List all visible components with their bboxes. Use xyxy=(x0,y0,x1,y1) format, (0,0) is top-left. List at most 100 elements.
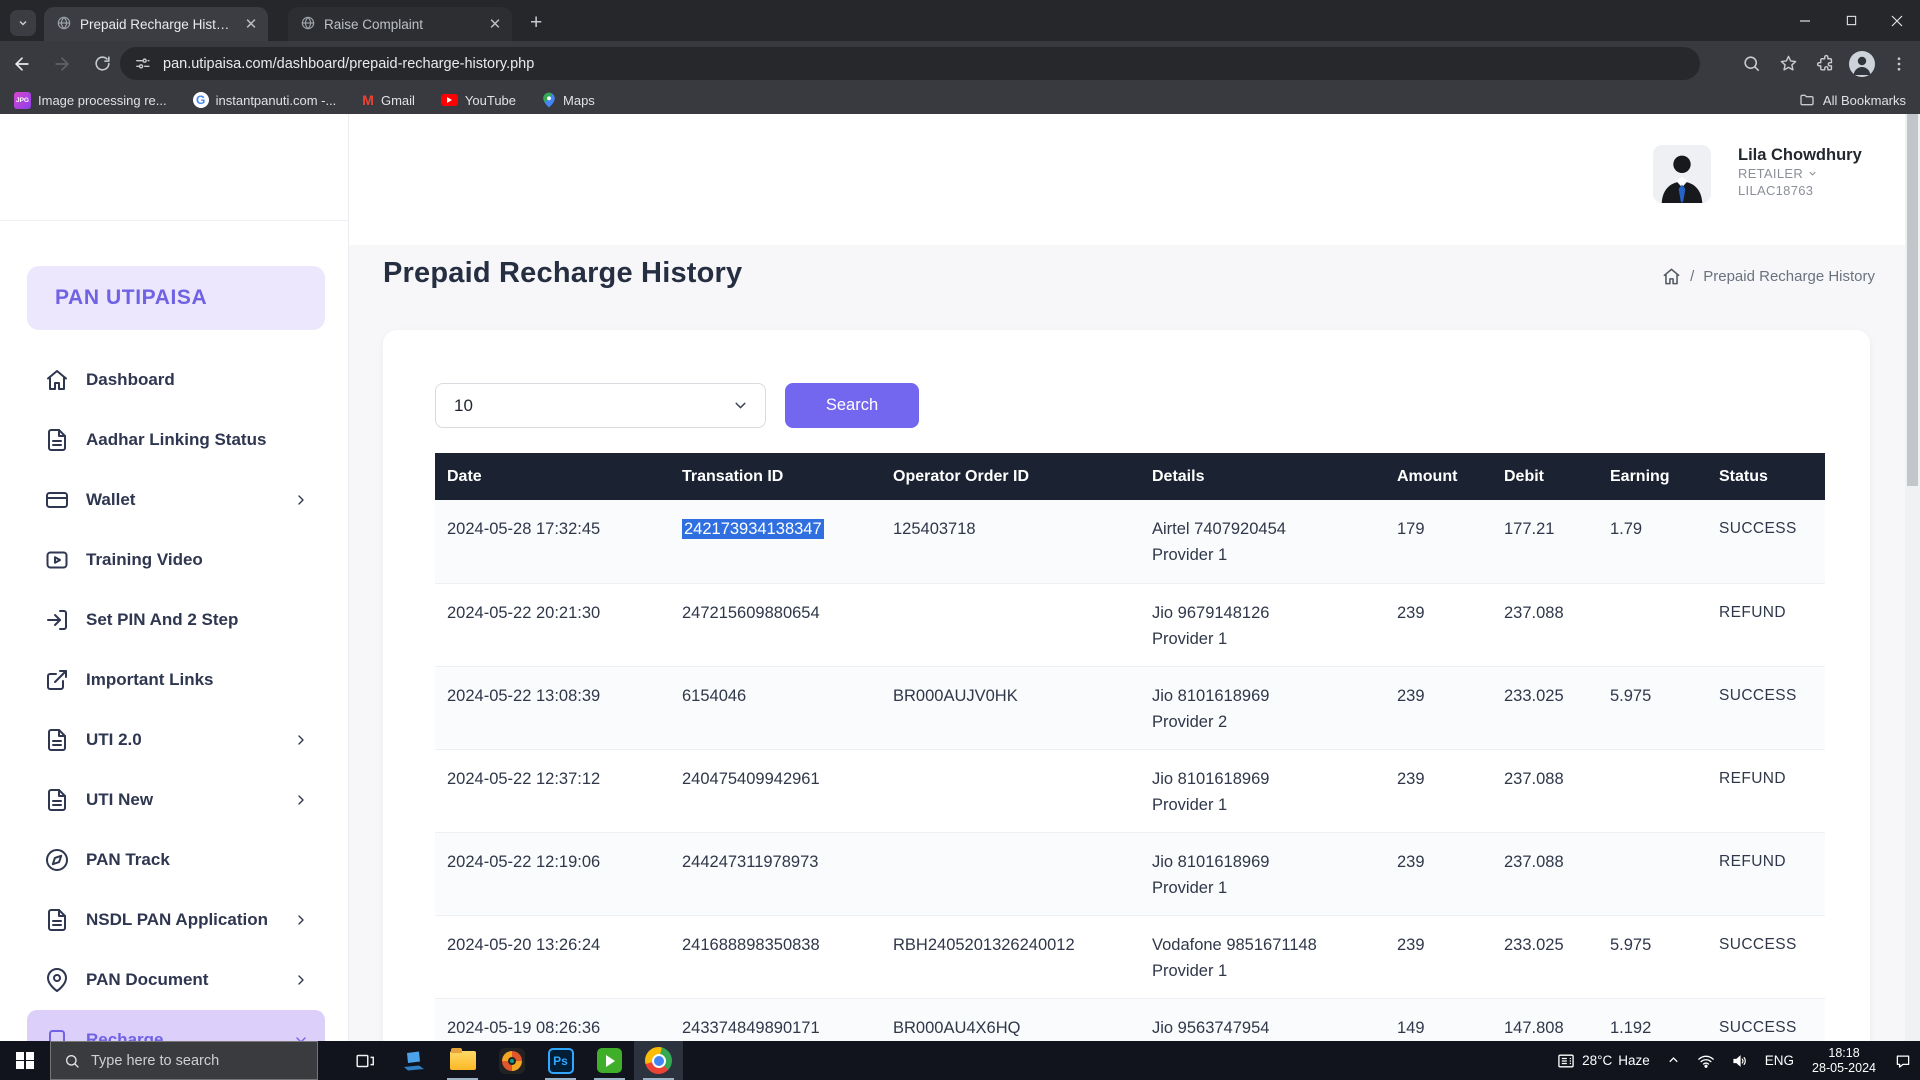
cell-status: REFUND xyxy=(1707,749,1825,832)
top-header-bar: Lila Chowdhury RETAILER LILAC18763 xyxy=(349,114,1920,245)
sidebar-item-uti-new[interactable]: UTI New xyxy=(27,770,325,830)
window-maximize-button[interactable] xyxy=(1828,0,1874,41)
start-button[interactable] xyxy=(0,1041,50,1080)
taskbar-app-device[interactable] xyxy=(389,1041,438,1080)
bookmark-item[interactable]: Ginstantpanuti.com -... xyxy=(193,92,337,108)
clock[interactable]: 18:18 28-05-2024 xyxy=(1802,1046,1886,1076)
sidebar-item-uti-2-0[interactable]: UTI 2.0 xyxy=(27,710,325,770)
user-profile[interactable]: Lila Chowdhury RETAILER LILAC18763 xyxy=(1653,145,1862,203)
recharge-table: DateTransation IDOperator Order IDDetail… xyxy=(435,453,1825,1041)
sidebar-nav: DashboardAadhar Linking StatusWalletTrai… xyxy=(27,350,325,1041)
language-indicator[interactable]: ENG xyxy=(1757,1041,1802,1080)
tab-close-icon[interactable]: ✕ xyxy=(242,15,260,33)
table-row: 2024-05-22 20:21:30247215609880654Jio 96… xyxy=(435,583,1825,666)
site-info-icon[interactable] xyxy=(134,55,151,72)
home-icon[interactable] xyxy=(1662,267,1681,286)
column-header: Date xyxy=(435,453,670,500)
history-card: 10 Search DateTransation IDOperator Orde… xyxy=(383,330,1870,1041)
sidebar-item-nsdl-pan-application[interactable]: NSDL PAN Application xyxy=(27,890,325,950)
browser-tab[interactable]: Raise Complaint✕ xyxy=(288,7,512,41)
tab-list-button[interactable] xyxy=(10,10,36,36)
bookmark-item[interactable]: JPGImage processing re... xyxy=(14,92,167,109)
cell-status: SUCCESS xyxy=(1707,915,1825,998)
cell-earning: 5.975 xyxy=(1598,666,1707,749)
tab-close-icon[interactable]: ✕ xyxy=(486,15,504,33)
folder-icon xyxy=(1799,92,1815,108)
windows-logo-icon xyxy=(16,1052,34,1070)
cell-transaction-id: 6154046 xyxy=(670,666,881,749)
login-icon xyxy=(45,608,69,632)
globe-favicon-icon xyxy=(56,15,72,34)
column-header: Debit xyxy=(1492,453,1598,500)
file-icon xyxy=(45,908,69,932)
sidebar-item-recharge[interactable]: Recharge xyxy=(27,1010,325,1041)
tray-chevron-up-icon[interactable] xyxy=(1658,1041,1689,1080)
taskbar-search[interactable]: Type here to search xyxy=(50,1041,318,1080)
page-size-select[interactable]: 10 xyxy=(435,383,766,428)
tray-date: 28-05-2024 xyxy=(1812,1061,1876,1076)
sidebar-item-pan-track[interactable]: PAN Track xyxy=(27,830,325,890)
table-row: 2024-05-20 13:26:24241688898350838RBH240… xyxy=(435,915,1825,998)
extensions-icon[interactable] xyxy=(1810,49,1840,79)
task-view-button[interactable] xyxy=(340,1041,389,1080)
windows-taskbar: Type here to search Ps 28°C Haze xyxy=(0,1041,1920,1080)
new-tab-button[interactable]: + xyxy=(530,13,542,33)
cell-status: REFUND xyxy=(1707,583,1825,666)
bookmark-item[interactable]: YouTube xyxy=(441,93,516,108)
taskbar-app-chrome[interactable] xyxy=(634,1041,683,1080)
weather-widget[interactable]: 28°C Haze xyxy=(1548,1041,1658,1080)
cell-amount: 239 xyxy=(1385,749,1492,832)
jpg-file-icon: JPG xyxy=(14,92,31,109)
search-icon xyxy=(64,1053,80,1069)
sidebar-item-dashboard[interactable]: Dashboard xyxy=(27,350,325,410)
cell-details: Jio 8101618969Provider 1 xyxy=(1140,832,1385,915)
column-header: Status xyxy=(1707,453,1825,500)
url-text: pan.utipaisa.com/dashboard/prepaid-recha… xyxy=(163,56,534,72)
scrollbar-thumb[interactable] xyxy=(1907,114,1918,486)
menu-dots-icon[interactable] xyxy=(1884,49,1914,79)
all-bookmarks-button[interactable]: All Bookmarks xyxy=(1799,92,1906,108)
chevron-down-icon xyxy=(1807,168,1818,179)
bookmark-item[interactable]: MGmail xyxy=(362,92,415,108)
breadcrumb: / Prepaid Recharge History xyxy=(1662,267,1875,286)
browser-tab[interactable]: Prepaid Recharge History✕ xyxy=(44,7,268,41)
cell-earning: 1.192 xyxy=(1598,998,1707,1041)
google-icon: G xyxy=(193,92,209,108)
profile-avatar-icon[interactable] xyxy=(1847,49,1877,79)
reload-button[interactable] xyxy=(86,48,118,80)
file-icon xyxy=(45,428,69,452)
address-bar[interactable]: pan.utipaisa.com/dashboard/prepaid-recha… xyxy=(120,47,1700,80)
user-role[interactable]: RETAILER xyxy=(1738,165,1862,182)
back-button[interactable] xyxy=(6,48,38,80)
cell-date: 2024-05-28 17:32:45 xyxy=(435,500,670,583)
sidebar-item-set-pin-and-2-step[interactable]: Set PIN And 2 Step xyxy=(27,590,325,650)
sidebar-item-aadhar-linking-status[interactable]: Aadhar Linking Status xyxy=(27,410,325,470)
cell-earning: 1.79 xyxy=(1598,500,1707,583)
window-close-button[interactable] xyxy=(1874,0,1920,41)
taskbar-app-player[interactable] xyxy=(585,1041,634,1080)
cell-debit: 233.025 xyxy=(1492,915,1598,998)
sidebar-item-pan-document[interactable]: PAN Document xyxy=(27,950,325,1010)
sidebar-item-wallet[interactable]: Wallet xyxy=(27,470,325,530)
search-button[interactable]: Search xyxy=(785,383,919,428)
taskbar-app-explorer[interactable] xyxy=(438,1041,487,1080)
wallet-icon xyxy=(45,488,69,512)
sidebar-item-training-video[interactable]: Training Video xyxy=(27,530,325,590)
bookmark-item[interactable]: Maps xyxy=(542,92,595,108)
chevron-right-icon xyxy=(293,912,309,928)
compass-icon xyxy=(45,848,69,872)
page-scrollbar[interactable] xyxy=(1905,114,1920,1041)
chevron-right-icon xyxy=(293,492,309,508)
zoom-indicator-icon[interactable] xyxy=(1736,49,1766,79)
taskbar-app-share[interactable] xyxy=(487,1041,536,1080)
forward-button[interactable] xyxy=(46,48,78,80)
volume-icon[interactable] xyxy=(1723,1041,1757,1080)
bookmark-star-icon[interactable] xyxy=(1773,49,1803,79)
wifi-icon[interactable] xyxy=(1689,1041,1723,1080)
notification-center-icon[interactable] xyxy=(1886,1041,1920,1080)
taskbar-app-photoshop[interactable]: Ps xyxy=(536,1041,585,1080)
brand-logo[interactable]: PAN UTIPAISA xyxy=(27,266,325,330)
sidebar-item-important-links[interactable]: Important Links xyxy=(27,650,325,710)
window-minimize-button[interactable] xyxy=(1782,0,1828,41)
cell-earning xyxy=(1598,832,1707,915)
